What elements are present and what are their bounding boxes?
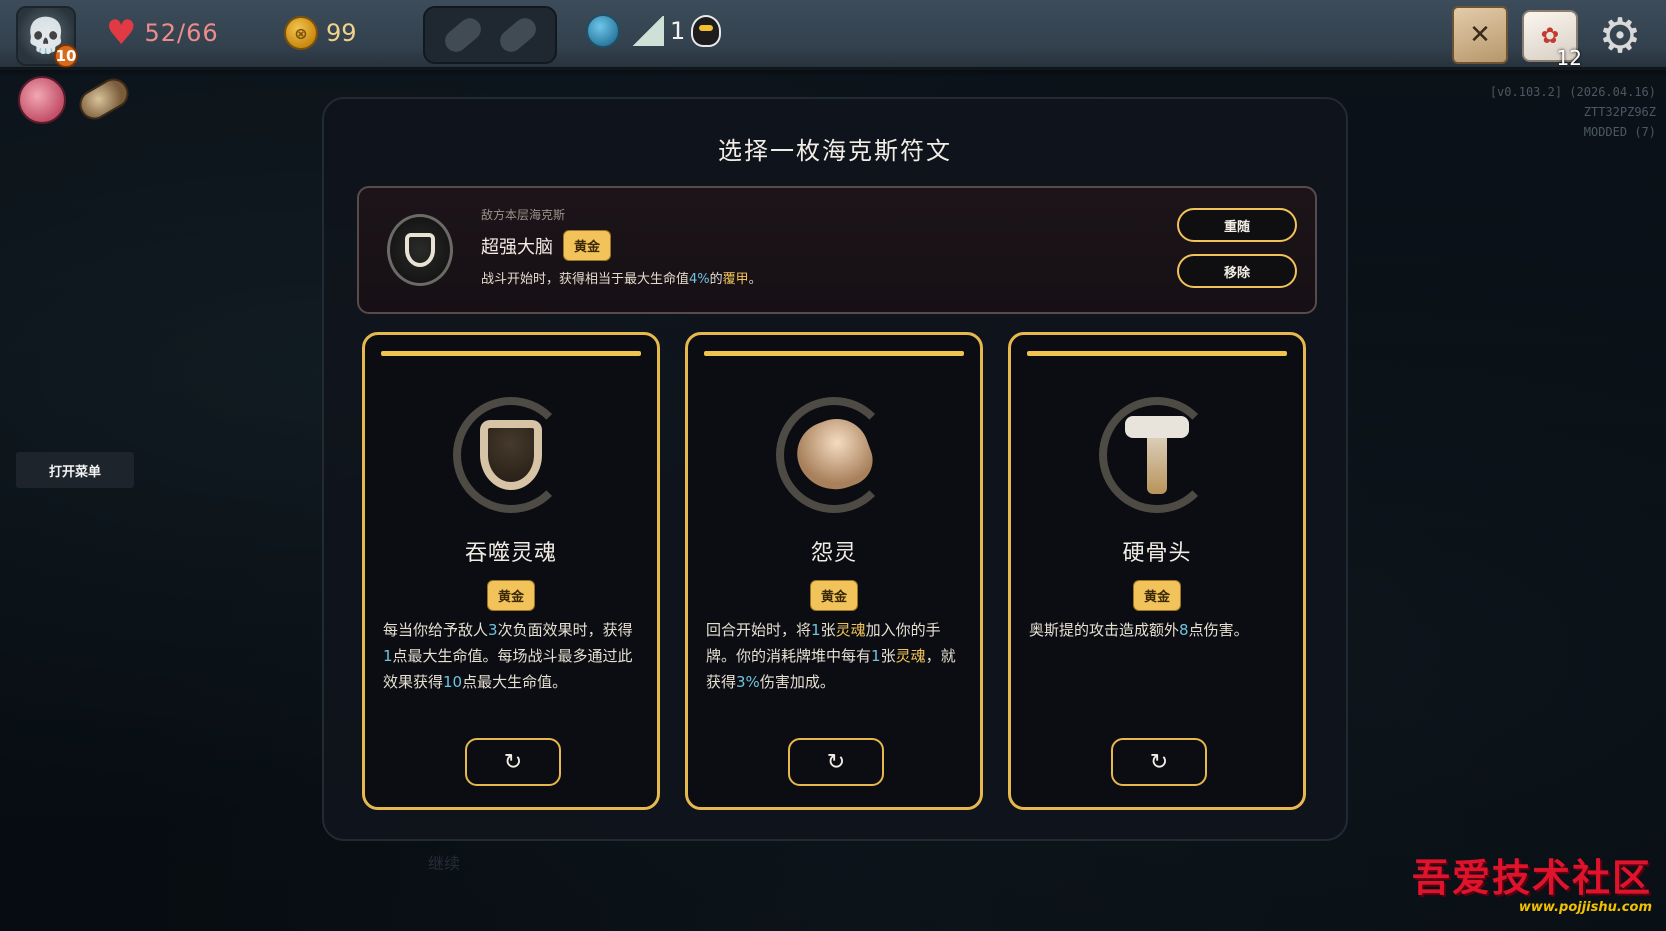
desc-text: 的 bbox=[709, 272, 723, 287]
heart-icon: ♥ bbox=[106, 13, 137, 53]
rune-card[interactable]: 吞噬灵魂 黄金 每当你给予敌人3次负面效果时，获得1点最大生命值。每场战斗最多通… bbox=[362, 332, 660, 810]
desc-highlight: 10 bbox=[443, 673, 463, 691]
refresh-icon: ↻ bbox=[1149, 749, 1169, 775]
card-reroll-button[interactable]: ↻ bbox=[465, 738, 561, 786]
floor-number: 1 bbox=[670, 17, 686, 45]
enemy-hex-shield-icon bbox=[387, 214, 453, 286]
gold-coin-icon: ⊗ bbox=[284, 16, 318, 50]
rarity-badge: 黄金 bbox=[809, 580, 858, 611]
enemy-hex-subtitle: 敌方本层海克斯 bbox=[481, 208, 566, 222]
rune-card-list: 吞噬灵魂 黄金 每当你给予敌人3次负面效果时，获得1点最大生命值。每场战斗最多通… bbox=[362, 332, 1306, 810]
deck-count: 12 bbox=[1556, 46, 1582, 70]
desc-text: 点最大生命值。 bbox=[462, 673, 568, 691]
rarity-badge: 黄金 bbox=[1132, 580, 1181, 611]
desc-text: 每当你给予敌人 bbox=[383, 621, 489, 639]
version-line: [v0.103.2] (2026.04.16) bbox=[1489, 85, 1656, 99]
rune-card[interactable]: 怨灵 黄金 回合开始时，将1张灵魂加入你的手牌。你的消耗牌堆中每有1张灵魂，就获… bbox=[685, 332, 983, 810]
site-watermark: 吾爱技术社区 www.pojjishu.com bbox=[1412, 847, 1652, 915]
desc-text: 张 bbox=[820, 621, 836, 639]
enemy-hex-panel: 敌方本层海克斯 超强大脑 黄金 战斗开始时，获得相当于最大生命值4%的覆甲。 重… bbox=[357, 186, 1317, 314]
potion-slot-2[interactable] bbox=[495, 13, 540, 57]
desc-text: 战斗开始时，获得相当于最大生命值 bbox=[481, 272, 690, 287]
devour-soul-icon bbox=[449, 393, 573, 517]
watermark-title: 吾爱技术社区 bbox=[1411, 855, 1652, 900]
card-reroll-button[interactable]: ↻ bbox=[788, 738, 884, 786]
open-menu-button[interactable]: 打开菜单 bbox=[16, 452, 134, 488]
rarity-badge: 黄金 bbox=[563, 230, 612, 261]
hp-display: ♥ 52/66 bbox=[106, 16, 219, 50]
card-top-bar bbox=[381, 351, 641, 356]
gear-icon: ⚙ bbox=[1598, 8, 1642, 64]
map-button[interactable]: ✕ bbox=[1452, 6, 1508, 64]
card-badge-row: 黄金 bbox=[688, 580, 980, 611]
deck-icon: ✿ bbox=[1540, 23, 1560, 49]
card-description: 回合开始时，将1张灵魂加入你的手牌。你的消耗牌堆中每有1张灵魂，就获得3%伤害加… bbox=[706, 617, 962, 695]
desc-highlight: 3 bbox=[488, 621, 498, 639]
desc-text: 。 bbox=[748, 272, 762, 287]
boss-skull-icon[interactable] bbox=[691, 15, 722, 47]
floor-stairs-icon bbox=[632, 16, 664, 46]
relic-scroll-icon[interactable] bbox=[73, 73, 135, 125]
top-hud-bar: 💀 10 ♥ 52/66 ⊗ 99 1 ✕ ✿ 12 ⚙ bbox=[0, 0, 1666, 77]
card-badge-row: 黄金 bbox=[365, 580, 657, 611]
enemy-hex-description: 战斗开始时，获得相当于最大生命值4%的覆甲。 bbox=[481, 268, 762, 287]
card-name: 硬骨头 bbox=[1122, 541, 1192, 566]
enemy-hex-title-row: 超强大脑 黄金 bbox=[481, 230, 612, 261]
card-top-bar bbox=[1027, 351, 1287, 356]
run-stats: 1 bbox=[586, 14, 722, 48]
desc-highlight: 1 bbox=[811, 621, 821, 639]
relic-heart-icon[interactable] bbox=[18, 76, 66, 124]
map-scroll-icon: ✕ bbox=[1469, 20, 1491, 50]
card-reroll-button[interactable]: ↻ bbox=[1111, 738, 1207, 786]
enemy-hex-remove-button[interactable]: 移除 bbox=[1177, 254, 1297, 288]
refresh-icon: ↻ bbox=[826, 749, 846, 775]
desc-highlight: 灵魂 bbox=[895, 647, 926, 665]
hex-rune-selection-modal: 选择一枚海克斯符文 敌方本层海克斯 超强大脑 黄金 战斗开始时，获得相当于最大生… bbox=[322, 97, 1348, 841]
desc-value: 4% bbox=[689, 272, 710, 287]
card-description: 每当你给予敌人3次负面效果时，获得1点最大生命值。每场战斗最多通过此效果获得10… bbox=[383, 617, 639, 695]
desc-keyword: 覆甲 bbox=[722, 272, 749, 287]
wraith-icon bbox=[772, 393, 896, 517]
card-top-bar bbox=[704, 351, 964, 356]
desc-highlight: 3% bbox=[736, 673, 760, 691]
continue-button-ghost: 继续 bbox=[428, 854, 461, 873]
card-description: 奥斯提的攻击造成额外8点伤害。 bbox=[1029, 617, 1285, 643]
hp-value: 52/66 bbox=[144, 19, 219, 47]
build-id: ZTT32PZ96Z bbox=[1583, 105, 1656, 119]
rune-card[interactable]: 硬骨头 黄金 奥斯提的攻击造成额外8点伤害。 ↻ bbox=[1008, 332, 1306, 810]
desc-text: 点伤害。 bbox=[1188, 621, 1249, 639]
relic-bar bbox=[18, 73, 135, 125]
watermark-url: www.pojjishu.com bbox=[1518, 900, 1652, 915]
desc-text: 次负面效果时，获得 bbox=[497, 621, 633, 639]
version-info: [v0.103.2] (2026.04.16) ZTT32PZ96Z MODDE… bbox=[1490, 82, 1656, 142]
desc-text: 奥斯提的攻击造成额外 bbox=[1029, 621, 1180, 639]
desc-text: 张 bbox=[880, 647, 896, 665]
desc-highlight: 1 bbox=[871, 647, 881, 665]
rarity-badge: 黄金 bbox=[486, 580, 535, 611]
mod-status: MODDED (7) bbox=[1583, 125, 1656, 139]
character-portrait[interactable]: 💀 10 bbox=[16, 6, 78, 68]
hard-bone-icon bbox=[1095, 393, 1219, 517]
card-name: 吞噬灵魂 bbox=[464, 541, 557, 566]
desc-highlight: 灵魂 bbox=[835, 621, 866, 639]
desc-highlight: 8 bbox=[1179, 621, 1189, 639]
potion-slots bbox=[423, 6, 557, 64]
desc-text: 回合开始时，将 bbox=[706, 621, 812, 639]
desc-text: 伤害加成。 bbox=[759, 673, 835, 691]
enemy-hex-name: 超强大脑 bbox=[481, 236, 553, 258]
gold-display: ⊗ 99 bbox=[284, 16, 357, 50]
desc-highlight: 1 bbox=[383, 647, 393, 665]
blue-orb-icon[interactable] bbox=[586, 14, 620, 48]
enemy-hex-reroll-button[interactable]: 重随 bbox=[1177, 208, 1297, 242]
settings-button[interactable]: ⚙ bbox=[1594, 10, 1646, 62]
gold-value: 99 bbox=[326, 19, 357, 47]
potion-slot-1[interactable] bbox=[440, 13, 485, 57]
character-level-badge: 10 bbox=[54, 44, 78, 68]
card-name: 怨灵 bbox=[810, 541, 857, 566]
card-badge-row: 黄金 bbox=[1011, 580, 1303, 611]
deck-button[interactable]: ✿ 12 bbox=[1522, 10, 1582, 70]
refresh-icon: ↻ bbox=[503, 749, 523, 775]
modal-title: 选择一枚海克斯符文 bbox=[718, 137, 952, 165]
